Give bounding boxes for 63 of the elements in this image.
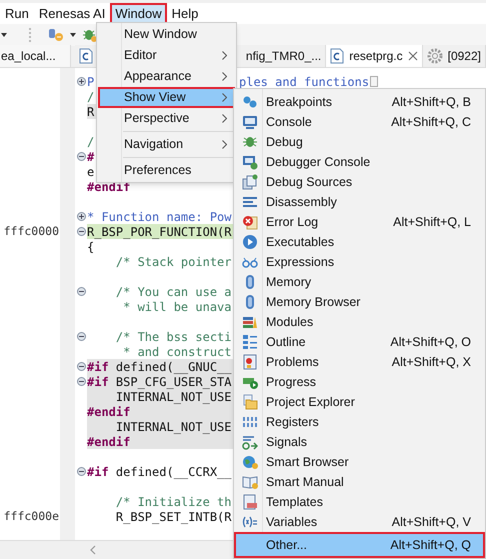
menu-item[interactable]: Problems Alt+Shift+Q, X xyxy=(234,352,485,372)
address-label: fffc000e xyxy=(4,508,59,525)
menu-item[interactable]: Perspective xyxy=(98,108,235,129)
code-line: R xyxy=(87,104,94,119)
menu-item[interactable]: Renesas AI xyxy=(34,3,110,24)
menu-item[interactable]: Memory xyxy=(234,272,485,292)
code-line: INTERNAL_NOT_USE xyxy=(114,389,232,404)
code-line: /* The bss secti xyxy=(114,329,232,344)
code-line: INTERNAL_NOT_USE xyxy=(114,419,232,434)
editor-tab[interactable]: resetprg.c xyxy=(326,45,423,67)
code-line: P xyxy=(87,74,94,89)
menu-item[interactable]: Error Log Alt+Shift+Q, L xyxy=(234,212,485,232)
code-line: #endif xyxy=(87,434,130,449)
menu-item[interactable]: Window xyxy=(110,3,167,24)
code-line: /* Initialize th xyxy=(114,494,232,509)
menu-item[interactable]: Outline Alt+Shift+Q, O xyxy=(234,332,485,352)
code-line: #endif xyxy=(87,404,130,419)
code-line: #if defined(__GNUC__ xyxy=(87,359,232,374)
menu-item[interactable]: Templates xyxy=(234,492,485,512)
code-line: ples and functions xyxy=(239,74,370,89)
code-line: /* Stack pointer xyxy=(114,254,232,269)
menu-item[interactable]: Disassembly xyxy=(234,192,485,212)
address-label: fffc0000 xyxy=(4,222,59,240)
menu-item[interactable]: Smart Browser xyxy=(234,452,485,472)
menu-item[interactable]: Help xyxy=(166,3,204,24)
menu-item[interactable]: Progress xyxy=(234,372,485,392)
editor-tab[interactable]: [0922] xyxy=(422,45,486,67)
menu-item[interactable]: Navigation xyxy=(98,134,235,155)
code-line: / xyxy=(87,134,94,149)
menu-item[interactable]: Project Explorer xyxy=(234,392,485,412)
view-tab[interactable]: ea_local... xyxy=(0,45,72,67)
menu-item[interactable]: Signals xyxy=(234,432,485,452)
code-line: R_BSP_SET_INTB(R xyxy=(114,509,232,524)
code-line: { xyxy=(87,239,94,254)
menu-item[interactable]: Preferences xyxy=(98,160,235,181)
menu-item[interactable]: Appearance xyxy=(98,66,235,87)
code-line: /* You can use a xyxy=(114,284,232,299)
menu-item[interactable]: Debug Sources xyxy=(234,172,485,192)
code-line: # xyxy=(87,149,94,164)
menu-item[interactable]: Expressions xyxy=(234,252,485,272)
code-line: #if BSP_CFG_USER_STA xyxy=(87,374,232,389)
menu-item[interactable]: Editor xyxy=(98,45,235,66)
menu-item[interactable]: Debug xyxy=(234,132,485,152)
code-line: * Function name: Pow xyxy=(87,209,232,224)
code-line: R_BSP_POR_FUNCTION(R xyxy=(87,224,232,239)
menu-item[interactable]: Breakpoints Alt+Shift+Q, B xyxy=(234,92,485,112)
code-line: * and construct xyxy=(122,344,232,359)
menu-item[interactable]: Other... Alt+Shift+Q, Q xyxy=(234,532,485,558)
menu-item[interactable]: Run xyxy=(0,3,34,24)
menu-item[interactable]: Console Alt+Shift+Q, C xyxy=(234,112,485,132)
menu-item[interactable]: Smart Manual xyxy=(234,472,485,492)
code-line: / xyxy=(87,89,94,104)
menu-item[interactable]: Modules xyxy=(234,312,485,332)
code-line: #if defined(__CCRX__ xyxy=(87,464,232,479)
menu-item[interactable]: Variables Alt+Shift+Q, V xyxy=(234,512,485,532)
code-line: #endif xyxy=(87,179,130,194)
code-line: e xyxy=(87,164,94,179)
menu-item[interactable]: Show View xyxy=(98,87,235,108)
menu-item[interactable]: Memory Browser xyxy=(234,292,485,312)
menu-item[interactable]: Registers xyxy=(234,412,485,432)
code-line: * will be unava xyxy=(122,299,232,314)
menu-item[interactable]: Debugger Console xyxy=(234,152,485,172)
menu-item[interactable]: Executables xyxy=(234,232,485,252)
